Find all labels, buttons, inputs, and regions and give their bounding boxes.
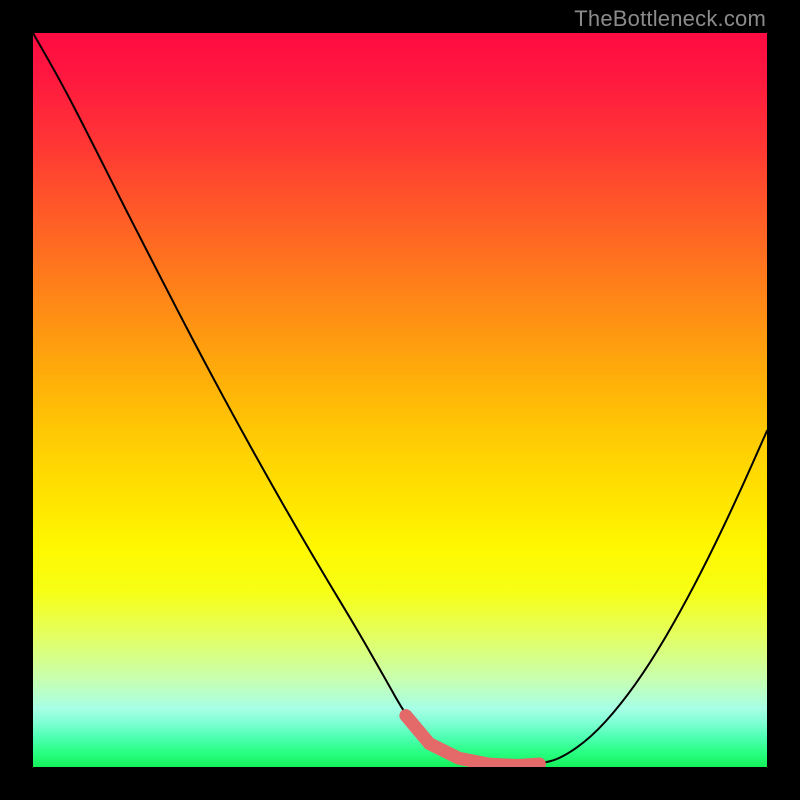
- sweet-spot-highlight: [406, 716, 540, 766]
- bottleneck-curve: [33, 33, 767, 765]
- curve-svg: [33, 33, 767, 767]
- chart-stage: TheBottleneck.com: [0, 0, 800, 800]
- plot-area: [33, 33, 767, 767]
- attribution-text: TheBottleneck.com: [574, 6, 766, 32]
